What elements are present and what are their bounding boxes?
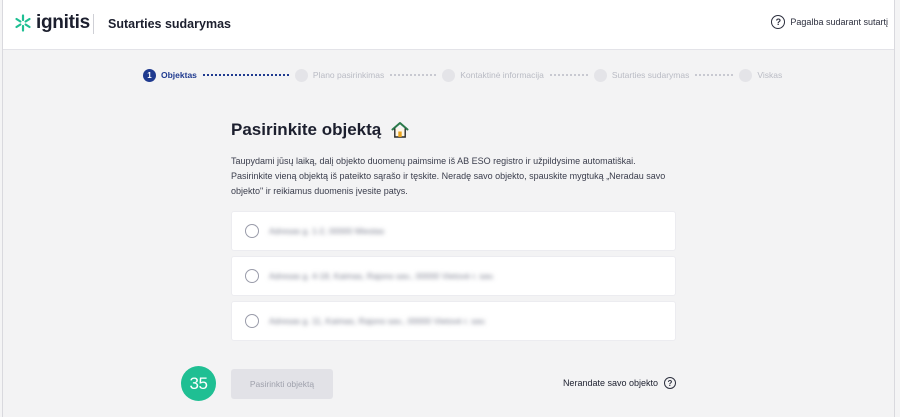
object-option[interactable]: Adresas g. 4-18, Kaimas, Rajono sav., 00… [231,255,676,296]
house-icon [391,121,409,139]
step-connector [202,74,289,76]
step-kontaktine-informacija: Kontaktinė informacija [442,68,544,82]
top-header: ignitis Sutarties sudarymas ? Pagalba su… [3,0,894,50]
step-label: Viskas [757,70,783,80]
page-header-title: Sutarties sudarymas [108,17,231,31]
step-dot [442,68,456,82]
step-label: Sutarties sudarymas [611,70,690,80]
step-label: Plano pasirinkimas [312,70,385,80]
object-not-found-label: Nerandate savo objekto [562,378,658,388]
step-connector [695,74,734,76]
step-sutarties-sudarymas: Sutarties sudarymas [593,68,690,82]
ignitis-logo[interactable]: ignitis [13,12,90,34]
select-object-button[interactable]: Pasirinkti objektą [231,369,333,399]
step-plano-pasirinkimas: Plano pasirinkimas [294,68,385,82]
header-divider [93,14,94,34]
step-connector [549,74,588,76]
step-dot [593,68,607,82]
asterisk-logo-icon [13,13,33,33]
logo-text: ignitis [36,12,90,33]
help-link-label: Pagalba sudarant sutartį [790,17,888,27]
step-objektas[interactable]: 1 Objektas [143,68,197,82]
question-circle-icon[interactable]: ? [664,377,676,389]
action-row: Pasirinkti objektą Nerandate savo objekt… [231,369,676,399]
app-frame: ignitis Sutarties sudarymas ? Pagalba su… [2,0,895,417]
progress-stepper: 1 Objektas Plano pasirinkimas Kontaktinė… [143,67,782,83]
step-dot [739,68,753,82]
object-option[interactable]: Adresas g. 11, Kaimas, Rajono sav., 0000… [231,300,676,341]
question-circle-icon: ? [771,15,786,29]
object-not-found-link[interactable]: Nerandate savo objekto ? [563,377,676,389]
radio-button[interactable] [245,223,259,238]
object-address: Adresas g. 4-18, Kaimas, Rajono sav., 00… [269,270,495,281]
page-title: Pasirinkite objektą [231,120,382,139]
step-number-badge: 35 [181,366,216,401]
radio-button[interactable] [245,313,259,328]
object-address: Adresas g. 1-2, 00000 Miestas [269,225,385,236]
page-description: Taupydami jūsų laiką, dalį objekto duome… [231,156,666,196]
object-options-list: Adresas g. 1-2, 00000 Miestas Adresas g.… [231,210,676,341]
step-label: Kontaktinė informacija [460,70,544,80]
step-dot [294,68,308,82]
radio-button[interactable] [245,268,259,283]
object-option[interactable]: Adresas g. 1-2, 00000 Miestas [231,210,676,251]
step-connector [390,74,437,76]
step-viskas: Viskas [739,68,783,82]
object-address: Adresas g. 11, Kaimas, Rajono sav., 0000… [269,315,487,326]
step-number: 1 [143,68,156,82]
step-label: Objektas [161,70,197,80]
object-selection-panel: Pasirinkite objektą Taupydami jūsų laiką… [231,120,676,346]
help-link[interactable]: ? Pagalba sudarant sutartį [771,15,888,29]
